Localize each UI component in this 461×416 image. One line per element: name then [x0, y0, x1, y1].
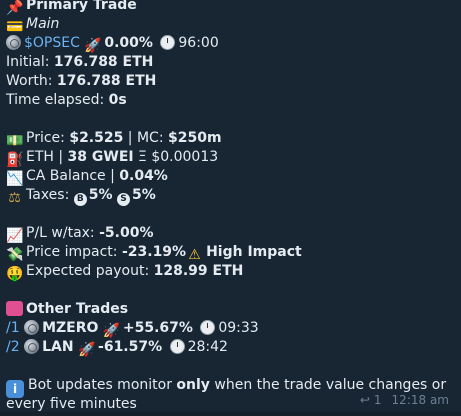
price-line: 💵 Price: $2.525 | MC: $250m [6, 129, 455, 149]
initial-line: Initial: 176.788 ETH [6, 53, 455, 72]
stopwatch-icon [169, 339, 185, 354]
trade-ticker: LAN [42, 339, 74, 355]
price-label: Price: [26, 130, 70, 146]
buy-tax: 5% [88, 187, 113, 203]
trade-pct: -61.57% [98, 339, 163, 355]
elapsed-line: Time elapsed: 0s [6, 91, 455, 110]
sell-tax: 5% [131, 187, 156, 203]
primary-timer: 96:00 [178, 35, 219, 51]
subtitle-line: 💳 Main [6, 15, 455, 35]
message-meta: ↩ 1 12:18 am [356, 391, 449, 410]
trade-ticker: MZERO [42, 320, 99, 336]
gas-extra: Ξ $0.00013 [133, 149, 219, 165]
gas-value: 38 GWEI [67, 149, 134, 165]
price-value: $2.525 [69, 130, 124, 146]
ticker-link[interactable]: $OPSEC [24, 35, 80, 51]
impact-label: Price impact: [26, 244, 122, 260]
mc-value: $250m [168, 130, 222, 146]
gas-line: ⛽ ETH | 38 GWEI Ξ $0.00013 [6, 148, 455, 168]
stopwatch-icon [160, 35, 176, 50]
payout-line: 🤑 Expected payout: 128.99 ETH [6, 262, 455, 282]
note-pre: Bot updates monitor [28, 377, 177, 393]
trade-command-link[interactable]: /2 [6, 339, 20, 355]
taxes-line: ⚖ Taxes: B 5% S 5% [6, 186, 455, 206]
shopping-bags-icon [6, 301, 23, 316]
payout-label: Expected payout: [26, 263, 154, 279]
elapsed-value: 0s [108, 92, 127, 108]
initial-label: Initial: [6, 54, 54, 70]
money-face-icon: 🤑 [6, 266, 24, 282]
reply-count: 1 [373, 393, 382, 407]
elapsed-label: Time elapsed: [6, 92, 109, 108]
sell-icon: S [116, 193, 130, 206]
scales-icon: ⚖ [8, 190, 21, 206]
note-bold: only [176, 377, 210, 393]
title-line: 📌 Primary Trade [6, 0, 455, 16]
pl-value: -5.00% [99, 225, 154, 241]
other-trades-title: Other Trades [26, 301, 129, 317]
stopwatch-icon [200, 320, 216, 335]
pl-label: P/L w/tax: [26, 225, 100, 241]
initial-value: 176.788 ETH [53, 54, 154, 70]
coin-icon [24, 320, 40, 335]
ca-label: CA Balance | [26, 168, 120, 184]
impact-warning: High Impact [206, 244, 302, 260]
worth-line: Worth: 176.788 ETH [6, 72, 455, 91]
reply-icon[interactable]: ↩ [360, 393, 370, 407]
other-trade-row: /1 MZERO 🚀 +55.67% 09:33 [6, 319, 455, 339]
note-line2: every five minutes [6, 396, 137, 412]
wallet-name: Main [26, 16, 60, 32]
worth-label: Worth: [6, 73, 57, 89]
mc-separator: | MC: [123, 130, 168, 146]
taxes-label: Taxes: [26, 187, 74, 203]
coin-icon [6, 35, 21, 50]
ca-line: 📉 CA Balance | 0.04% [6, 167, 455, 187]
trade-pct: +55.67% [122, 320, 193, 336]
trade-timer: 28:42 [187, 339, 228, 355]
other-trades-title-line: Other Trades [6, 300, 455, 319]
pl-line: 📈 P/L w/tax: -5.00% [6, 224, 455, 244]
buy-icon: B [73, 193, 87, 206]
other-trade-row: /2 LAN 🚀 -61.57% 28:42 [6, 338, 455, 358]
ca-value: 0.04% [119, 168, 168, 184]
impact-value: -23.19% [121, 244, 187, 260]
primary-ticker-line: $OPSEC 🚀 0.00% 96:00 [6, 34, 455, 54]
primary-pct: 0.00% [104, 35, 153, 51]
gas-label: ETH | [26, 149, 68, 165]
worth-value: 176.788 ETH [56, 73, 157, 89]
payout-value: 128.99 ETH [153, 263, 244, 279]
impact-line: 💸 Price impact: -23.19% ⚠ High Impact [6, 243, 455, 263]
coin-icon [24, 339, 40, 354]
message-bubble: 📌 Primary Trade 💳 Main $OPSEC 🚀 0.00% 96:00… [0, 0, 461, 412]
message-time: 12:18 am [391, 393, 449, 407]
message-title: Primary Trade [26, 0, 137, 13]
trade-timer: 09:33 [218, 320, 259, 336]
trade-command-link[interactable]: /1 [6, 320, 20, 336]
rocket-icon: 🚀 [78, 342, 96, 358]
